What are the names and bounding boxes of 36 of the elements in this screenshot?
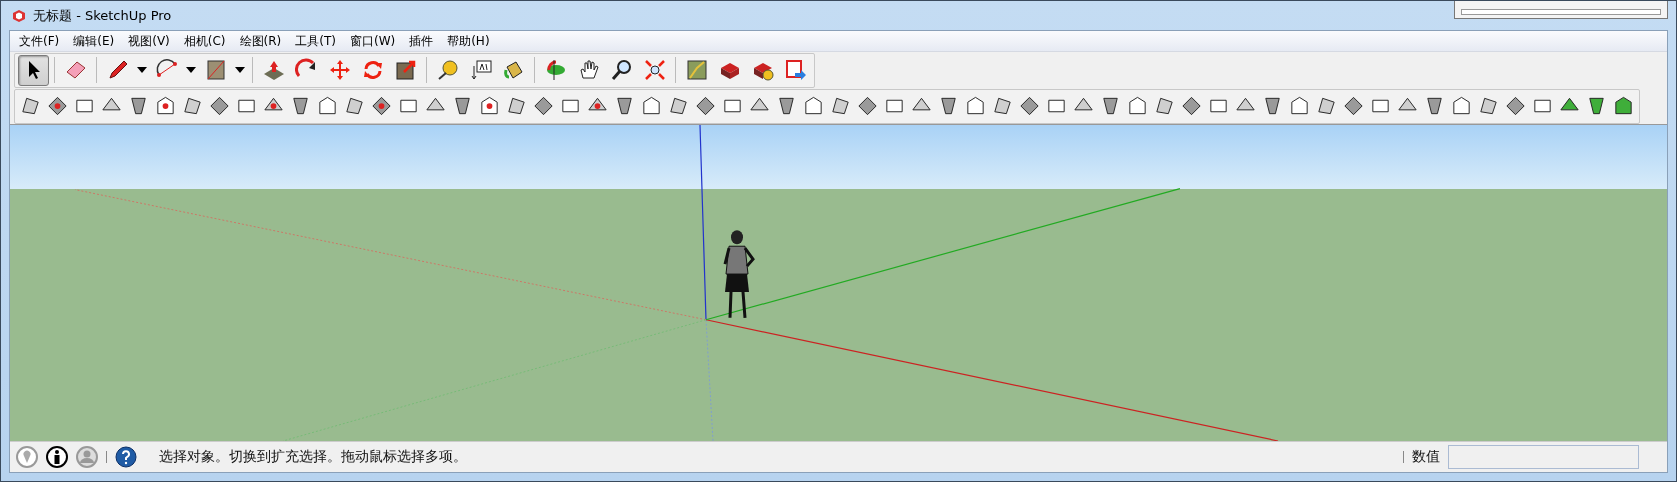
help-icon[interactable] (115, 446, 137, 468)
caret-icon (186, 67, 196, 73)
location-pin-icon[interactable] (16, 446, 38, 468)
tool-button[interactable] (18, 54, 49, 86)
map-icon (684, 58, 709, 82)
menu-item[interactable]: 视图(V) (121, 32, 177, 50)
shape-tool-icon (532, 94, 555, 118)
app-logo-icon (11, 7, 27, 24)
shape-tool-icon (1342, 94, 1365, 118)
scale-icon (393, 58, 418, 82)
zoom-extents-icon (642, 58, 667, 82)
magnifier-icon (609, 58, 634, 82)
shape-tool-icon (856, 94, 879, 118)
export-icon (783, 58, 808, 82)
status-message: 选择对象。切换到扩充选择。拖动鼠标选择多项。 (159, 448, 468, 466)
caret-icon (137, 67, 147, 73)
shape-tool-icon (370, 94, 393, 118)
menu-item[interactable]: 帮助(H) (440, 32, 497, 50)
shape-tool-icon (1018, 94, 1041, 118)
shape-tool-icon (694, 94, 717, 118)
measurements-label: 数值 (1412, 448, 1440, 466)
menu-item[interactable]: 文件(F) (12, 32, 67, 50)
shape-tool-icon (1180, 94, 1203, 118)
caret-icon (235, 67, 245, 73)
menu-item[interactable]: 编辑(E) (66, 32, 122, 50)
info-person-icon[interactable] (46, 446, 68, 468)
menu-item[interactable]: 窗口(W) (342, 32, 403, 50)
measurements-field[interactable] (1448, 445, 1639, 469)
menu-item[interactable]: 绘图(R) (232, 32, 289, 50)
shape-tool-icon (46, 94, 69, 118)
menu-item[interactable]: 相机(C) (176, 32, 233, 50)
window-title: 无标题 - SketchUp Pro (33, 6, 172, 25)
menu-item[interactable]: 插件 (402, 32, 441, 50)
menu-item[interactable]: 工具(T) (288, 32, 343, 50)
shape-tool-icon (1504, 94, 1527, 118)
shape-tool-icon (208, 94, 231, 118)
